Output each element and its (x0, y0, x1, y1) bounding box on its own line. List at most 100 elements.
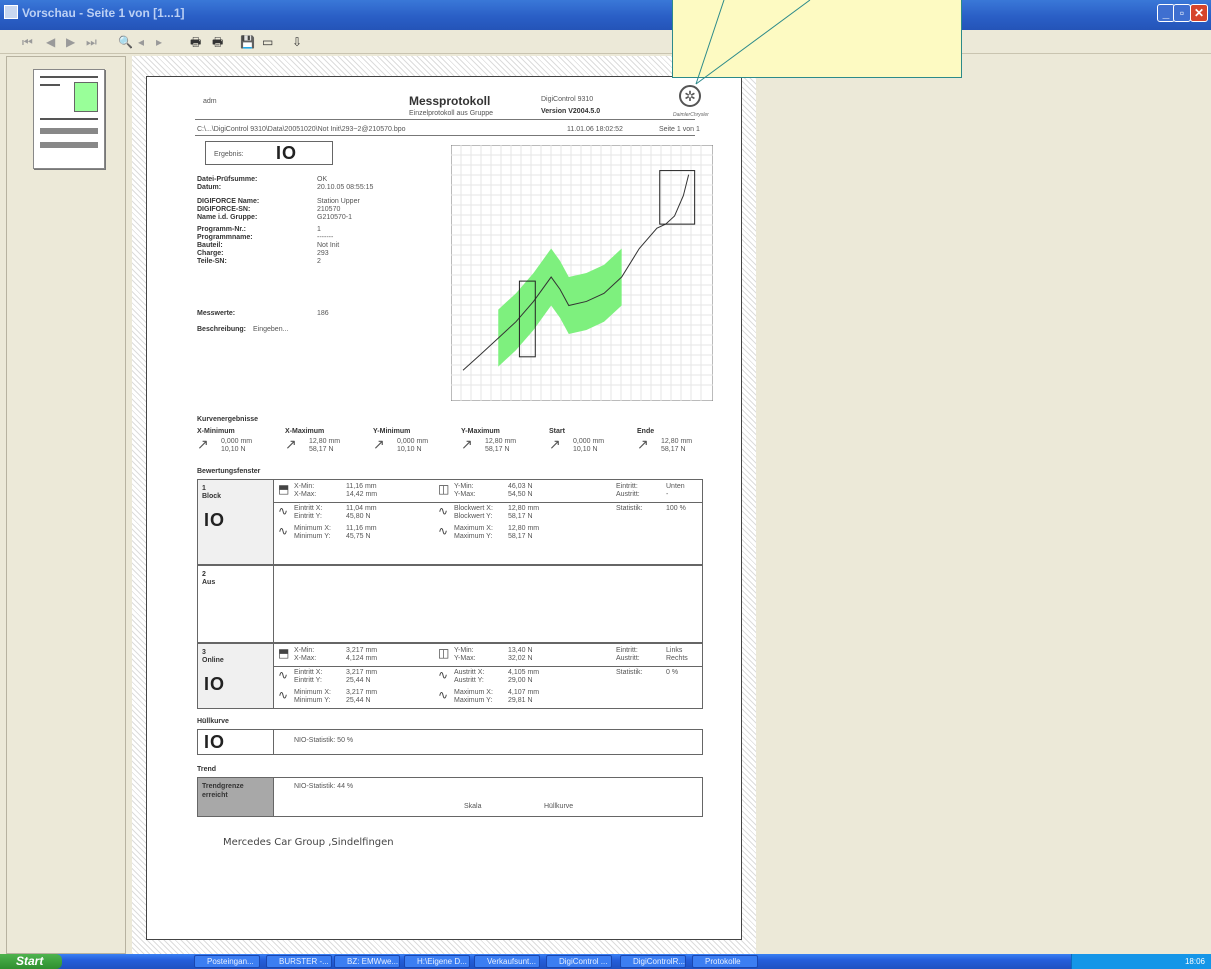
field-label: Datum: (197, 184, 222, 191)
taskbar-item[interactable]: Verkaufsunt... (474, 955, 540, 968)
field-label: Teile-SN: (197, 258, 227, 265)
param-value: 54,50 N (508, 491, 533, 498)
start-button[interactable]: Start (0, 954, 62, 969)
taskbar: Start Posteingan... BURSTER -... BZ: EMWwe… (0, 954, 1211, 969)
window-name: Aus (202, 579, 216, 586)
taskbar-item[interactable]: BURSTER -... (266, 955, 332, 968)
window-icon: ∿ (438, 504, 449, 518)
report-timestamp: 11.01.06 18:02:52 (567, 126, 623, 133)
param-label: Eintritt Y: (294, 513, 322, 520)
kurve-label: Ende (637, 428, 655, 435)
param-label: Austritt: (616, 491, 640, 498)
param-label: Y-Max: (454, 655, 476, 662)
param-label: Eintritt Y: (294, 677, 322, 684)
next-page-icon[interactable]: ▶ (66, 34, 75, 50)
report-page: adm Messprotokoll Einzelprotokoll aus Gr… (146, 76, 742, 940)
kurve-value: 58,17 N (485, 446, 510, 453)
zoom-in-icon[interactable]: ▸ (156, 34, 162, 50)
window-icon: ∿ (438, 688, 449, 702)
curve-chart (451, 145, 713, 401)
kurve-label: Y-Minimum (373, 428, 411, 435)
trend-huellkurve: Hüllkurve (544, 803, 574, 810)
param-label: Maximum Y: (454, 697, 493, 704)
print-setup-icon[interactable]: 🖶 (212, 34, 223, 50)
param-label: Statistik: (616, 669, 643, 676)
param-label: Austritt: (616, 655, 640, 662)
param-label: Statistik: (616, 505, 643, 512)
result-value: IO (276, 143, 298, 163)
window-icon: ∿ (278, 504, 289, 518)
param-value: 25,44 N (346, 697, 371, 704)
close-button[interactable]: ✕ (1190, 4, 1208, 22)
kurve-label: X-Minimum (197, 428, 235, 435)
evaluation-window: 1 Block IO X-Min: 11,16 mm X-Max: 14,42 mm Y-Mi… (197, 479, 703, 565)
close-preview-icon[interactable]: ⇩ (292, 34, 302, 50)
page-thumbnail[interactable] (33, 69, 105, 169)
window-row-divider (274, 502, 702, 503)
print-icon[interactable]: 🖶 (190, 34, 201, 50)
taskbar-item[interactable]: Protokolle (692, 955, 758, 968)
param-value: 58,17 N (508, 533, 533, 540)
window-icon: ∿ (278, 668, 289, 682)
taskbar-item[interactable]: Posteingan... (194, 955, 260, 968)
app-icon (4, 5, 18, 19)
kurve-value: 10,10 N (397, 446, 422, 453)
chart-frame (451, 145, 713, 401)
trend-box: Trendgrenze erreicht NIO-Statistik: 44 %… (197, 777, 703, 817)
param-value: 4,124 mm (346, 655, 378, 662)
system-tray: 18:06 (1071, 954, 1211, 969)
param-value: Unten (666, 483, 685, 490)
param-value: 100 % (666, 505, 686, 512)
taskbar-item[interactable]: BZ: EMWwe... (334, 955, 400, 968)
path-divider (195, 135, 695, 136)
kurve-value: 10,10 N (573, 446, 598, 453)
file-path: C:\...\DigiControl 9310\Data\20051020\No… (197, 126, 406, 133)
mercedes-star-logo: ✲ (679, 85, 701, 107)
clock: 18:06 (1184, 957, 1205, 966)
kurve-label: Start (549, 428, 565, 435)
param-value: 29,00 N (508, 677, 533, 684)
report-title: Messprotokoll (409, 94, 491, 108)
save-icon[interactable]: 💾 (240, 34, 255, 50)
window-result: IO (204, 674, 226, 694)
field-label: Name i.d. Gruppe: (197, 214, 258, 221)
window-title: Vorschau - Seite 1 von [1...1] (22, 6, 185, 20)
prev-page-icon[interactable]: ◀ (46, 34, 55, 50)
zoom-out-icon[interactable]: ◂ (138, 34, 144, 50)
evaluation-window: 2 Aus (197, 565, 703, 643)
param-label: Austritt Y: (454, 677, 484, 684)
taskbar-item[interactable]: DigiControlR... (620, 955, 686, 968)
kurve-label: Y-Maximum (461, 428, 500, 435)
taskbar-item[interactable]: DigiControl ... (546, 955, 612, 968)
window-icon: ∿ (278, 688, 289, 702)
param-value: 14,42 mm (346, 491, 378, 498)
huell-result: IO (204, 732, 226, 752)
param-value: 45,75 N (346, 533, 371, 540)
huell-title: Hüllkurve (197, 718, 229, 725)
product-version: Version V2004.5.0 (541, 108, 601, 115)
window-icon: ⬒ (278, 482, 290, 496)
export-icon[interactable]: ▭ (262, 34, 273, 50)
kurve-value: 58,17 N (661, 446, 686, 453)
thumbnail-pane (6, 56, 126, 954)
header-divider (195, 119, 695, 120)
trend-stat: NIO-Statistik: 44 % (294, 783, 354, 790)
zoom-icon[interactable]: 🔍 (118, 34, 133, 50)
taskbar-item[interactable]: H:\Eigene D... (404, 955, 470, 968)
result-label: Ergebnis: (214, 151, 244, 158)
last-page-icon[interactable]: ⏭ (86, 34, 97, 50)
page-number: Seite 1 von 1 (659, 126, 700, 133)
trend-skala: Skala (464, 803, 482, 810)
param-value: 25,44 N (346, 677, 371, 684)
window-name: Block (202, 493, 222, 500)
kurve-value: 58,17 N (309, 446, 334, 453)
callout-annotation (672, 0, 962, 78)
window-icon: ∿ (438, 668, 449, 682)
first-page-icon[interactable]: ⏮ (22, 34, 33, 50)
field-value: 20.10.05 08:55:15 (317, 184, 374, 191)
maximize-button[interactable]: ▫ (1173, 4, 1191, 22)
window-icon: ∿ (438, 524, 449, 538)
param-label: Minimum Y: (294, 533, 331, 540)
curve-icon: ↗ (461, 436, 473, 452)
window-icon: ◫ (438, 482, 450, 496)
